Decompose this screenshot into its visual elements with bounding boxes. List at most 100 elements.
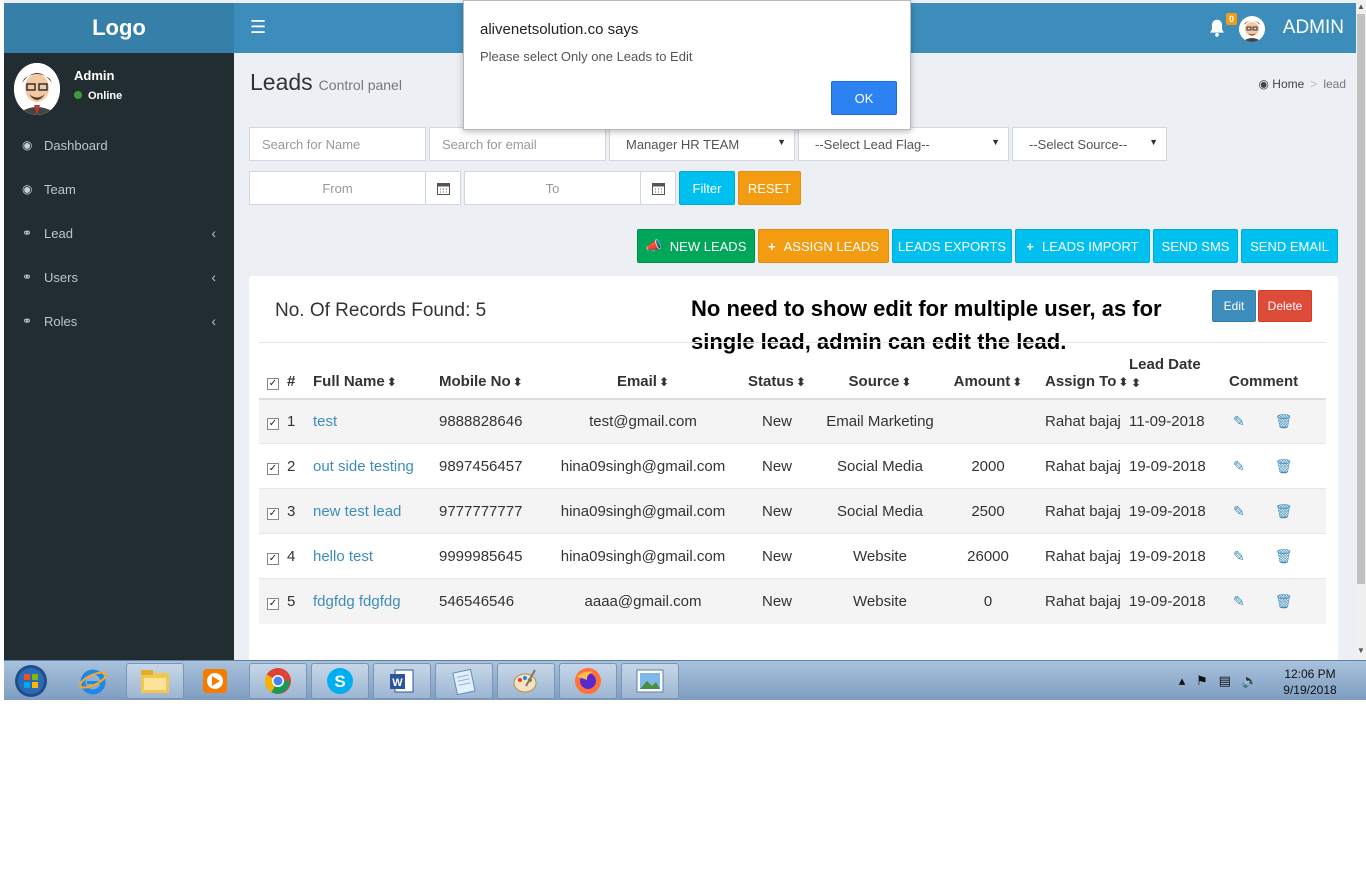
scrollbar-thumb[interactable] [1357, 14, 1365, 584]
action-center-flag-icon[interactable]: ⚑ [1196, 673, 1208, 688]
scroll-up-icon[interactable]: ▲ [1357, 2, 1365, 11]
edit-icon[interactable]: ✎ [1233, 413, 1245, 429]
breadcrumb-current: lead [1323, 77, 1346, 91]
firefox-icon[interactable] [559, 663, 617, 699]
sidebar-item-roles[interactable]: ⚭ Roles ‹ [4, 299, 234, 343]
breadcrumb-home[interactable]: Home [1272, 77, 1304, 91]
trash-icon[interactable]: 🗑 [1275, 593, 1293, 609]
edit-button[interactable]: Edit [1212, 290, 1256, 322]
row-checkbox[interactable]: ✓ [267, 597, 279, 610]
assign-leads-button[interactable]: + ASSIGN LEADS [758, 229, 889, 263]
start-orb-icon[interactable] [6, 663, 56, 699]
row-num: 2 [287, 457, 296, 475]
hamburger-icon[interactable]: ☰ [250, 17, 266, 38]
col-header-source[interactable]: Source ⬍ [817, 342, 943, 400]
calendar-icon[interactable] [640, 171, 676, 205]
sidebar-item-dashboard[interactable]: ◉ Dashboard [4, 123, 234, 167]
filter-button[interactable]: Filter [679, 171, 735, 205]
lead-name-link[interactable]: out side testing [313, 458, 414, 475]
edit-icon[interactable]: ✎ [1233, 548, 1245, 564]
col-header-amount[interactable]: Amount ⬍ [943, 342, 1033, 400]
send-email-button[interactable]: SEND EMAIL [1241, 229, 1338, 263]
edit-icon[interactable]: ✎ [1233, 458, 1245, 474]
col-header-full-name[interactable]: Full Name ⬍ [313, 342, 439, 400]
word-icon[interactable]: W [373, 663, 431, 699]
leads-import-button[interactable]: + LEADS IMPORT [1015, 229, 1150, 263]
volume-icon[interactable]: 🔈 [1242, 673, 1258, 688]
col-header-label: Email [616, 372, 657, 390]
search-email-input[interactable]: Search for email [429, 127, 606, 161]
calendar-icon[interactable] [425, 171, 461, 205]
source-select[interactable]: --Select Source-- ▼ [1012, 127, 1167, 161]
file-explorer-icon[interactable] [126, 663, 184, 699]
mobile-cell-cell: 546546546 [439, 578, 549, 624]
from-date-input[interactable]: From [249, 171, 426, 205]
col-header-status[interactable]: Status ⬍ [737, 342, 817, 400]
media-player-icon[interactable] [186, 663, 244, 699]
paint-icon[interactable] [497, 663, 555, 699]
edit-icon[interactable]: ✎ [1233, 503, 1245, 519]
sidebar-item-users[interactable]: ⚭ Users ‹ [4, 255, 234, 299]
row-checkbox[interactable]: ✓ [267, 552, 279, 565]
trash-icon[interactable]: 🗑 [1275, 413, 1293, 429]
link-icon: ⚭ [22, 314, 33, 328]
reset-button[interactable]: RESET [738, 171, 801, 205]
show-hidden-icons-icon[interactable]: ▴ [1179, 673, 1186, 688]
to-date-input[interactable]: To [464, 171, 641, 205]
clock[interactable]: 12:06 PM 9/19/2018 [1270, 666, 1350, 698]
amount-cell: 2000 [971, 457, 1005, 475]
col-header-assign-to[interactable]: Assign To ⬍ [1033, 342, 1129, 400]
send-sms-button[interactable]: SEND SMS [1153, 229, 1238, 263]
assign-to-cell-cell: Rahat bajaj [1033, 488, 1129, 534]
logo[interactable]: Logo [4, 3, 234, 53]
amount-cell: 26000 [967, 547, 1009, 565]
network-icon[interactable]: ▤ [1219, 673, 1231, 688]
photo-viewer-icon[interactable] [621, 663, 679, 699]
source-cell: Social Media [837, 457, 923, 475]
lead-name-link[interactable]: test [313, 413, 337, 430]
scroll-down-icon[interactable]: ▼ [1357, 646, 1365, 655]
chrome-icon[interactable] [249, 663, 307, 699]
page-scrollbar[interactable]: ▲ ▼ [1356, 0, 1366, 660]
new-leads-label: NEW LEADS [669, 238, 747, 254]
new-leads-button[interactable]: 📣 NEW LEADS [637, 229, 755, 263]
leads-exports-button[interactable]: LEADS EXPORTS [892, 229, 1012, 263]
row-checkbox[interactable]: ✓ [267, 417, 279, 430]
trash-icon[interactable]: 🗑 [1275, 458, 1293, 474]
avatar[interactable] [1239, 16, 1265, 42]
manager-select[interactable]: Manager HR TEAM ▼ [609, 127, 795, 161]
search-name-input[interactable]: Search for Name [249, 127, 426, 161]
sidebar-item-team[interactable]: ◉ Team [4, 167, 234, 211]
lead-name-link[interactable]: hello test [313, 548, 373, 565]
user-menu-name[interactable]: ADMIN [1283, 17, 1344, 39]
select-all-checkbox[interactable]: ✓ [267, 377, 279, 390]
edit-icon[interactable]: ✎ [1233, 593, 1245, 609]
lead-name-link[interactable]: new test lead [313, 503, 401, 520]
lead-flag-select[interactable]: --Select Lead Flag-- ▼ [798, 127, 1009, 161]
sidebar-item-lead[interactable]: ⚭ Lead ‹ [4, 211, 234, 255]
lead-name-link[interactable]: fdgfdg fdgfdg [313, 593, 401, 610]
page-subtitle: Control panel [318, 77, 402, 93]
link-icon: ⚭ [22, 226, 33, 240]
row-checkbox[interactable]: ✓ [267, 462, 279, 475]
mobile-cell-cell: 9897456457 [439, 443, 549, 489]
ok-button[interactable]: OK [831, 81, 897, 115]
email-cell-cell: hina09singh@gmail.com [549, 488, 737, 534]
trash-icon[interactable]: 🗑 [1275, 548, 1293, 564]
row-checkbox[interactable]: ✓ [267, 507, 279, 520]
notepad-icon[interactable] [435, 663, 493, 699]
sidebar-user-name: Admin [74, 68, 115, 83]
delete-button[interactable]: Delete [1258, 290, 1312, 322]
col-header-mobile[interactable]: Mobile No ⬍ [439, 342, 549, 400]
bell-icon[interactable] [1206, 17, 1228, 39]
lead-name-link-cell: hello test [313, 533, 439, 579]
col-header-email[interactable]: Email ⬍ [549, 342, 737, 400]
row-select-cell: ✓ [259, 533, 287, 579]
col-header-lead-date[interactable]: Lead Date ⬍ [1129, 342, 1229, 400]
internet-explorer-icon[interactable] [64, 663, 122, 699]
lead-flag-select-value: --Select Lead Flag-- [815, 136, 930, 152]
email-cell-cell: hina09singh@gmail.com [549, 443, 737, 489]
skype-icon[interactable]: S [311, 663, 369, 699]
trash-icon[interactable]: 🗑 [1275, 503, 1293, 519]
plus-icon: + [1026, 238, 1035, 254]
